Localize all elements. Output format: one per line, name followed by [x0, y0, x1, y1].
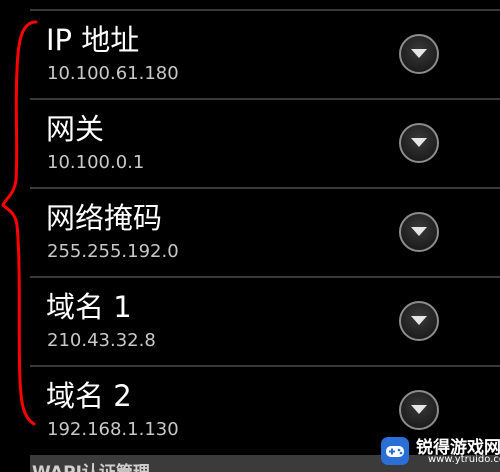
network-settings-screen: IP 地址 10.100.61.180 网关 10.100.0.1 网络掩码 2…	[0, 0, 500, 472]
row-label: 网关	[46, 112, 105, 146]
row-value: 255.255.192.0	[47, 241, 179, 262]
gamepad-logo-icon	[381, 437, 409, 465]
dns1-row[interactable]: 域名 1 210.43.32.8	[30, 278, 500, 367]
netmask-row[interactable]: 网络掩码 255.255.192.0	[30, 189, 500, 278]
site-watermark: 锐得游戏网 www.ytruido.com	[376, 430, 500, 472]
row-label: 网络掩码	[46, 201, 163, 235]
row-label: 域名 2	[46, 379, 132, 413]
section-title: WAPI认证管理	[32, 458, 150, 472]
row-label: 域名 1	[46, 290, 132, 324]
row-label: IP 地址	[46, 23, 140, 57]
chevron-down-icon[interactable]	[399, 390, 439, 430]
gateway-row[interactable]: 网关 10.100.0.1	[30, 100, 500, 189]
row-value: 10.100.61.180	[47, 63, 179, 84]
row-value: 210.43.32.8	[47, 330, 156, 351]
watermark-url: www.ytruido.com	[428, 454, 500, 465]
chevron-down-icon[interactable]	[399, 212, 439, 252]
row-value: 10.100.0.1	[47, 152, 145, 173]
ip-address-row[interactable]: IP 地址 10.100.61.180	[30, 11, 500, 100]
red-bracket-annotation	[1, 20, 38, 426]
chevron-down-icon[interactable]	[399, 123, 439, 163]
row-value: 192.168.1.130	[47, 419, 179, 440]
settings-list: IP 地址 10.100.61.180 网关 10.100.0.1 网络掩码 2…	[30, 11, 500, 454]
chevron-down-icon[interactable]	[399, 301, 439, 341]
chevron-down-icon[interactable]	[399, 34, 439, 74]
